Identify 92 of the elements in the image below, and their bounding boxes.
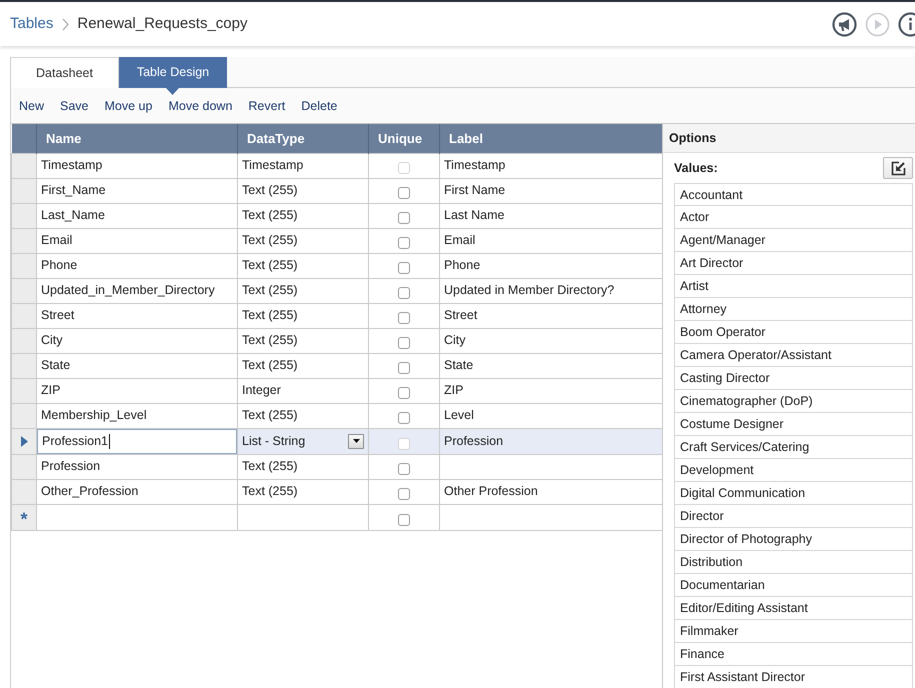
value-list-item[interactable]: Filmmaker [674, 620, 913, 643]
data-type-cell: Text (255) [238, 403, 368, 428]
toolbar-button[interactable]: New [11, 96, 52, 116]
value-list-item[interactable]: Agent/Manager [674, 229, 913, 252]
value-list-item[interactable]: Accountant [674, 183, 913, 206]
value-list-item[interactable]: First Assistant Director [674, 666, 913, 688]
unique-checkbox[interactable] [398, 262, 410, 274]
value-list-item[interactable]: Artist [674, 275, 913, 298]
field-name-cell: Profession [36, 454, 238, 479]
value-list-item[interactable]: Boom Operator [674, 321, 913, 344]
unique-checkbox[interactable] [398, 387, 410, 400]
data-type-cell: Integer [238, 378, 368, 403]
field-name-cell: Updated_in_Member_Directory [36, 278, 238, 303]
values-label: Values: [674, 160, 718, 177]
data-type-cell: Text (255) [238, 303, 368, 328]
value-list-item[interactable]: Art Director [674, 252, 913, 275]
new-row-selector[interactable]: * [12, 504, 36, 531]
column-header: Label [440, 124, 662, 153]
current-row-icon [20, 436, 28, 447]
field-name-cell: Last_Name [36, 203, 238, 228]
value-list-item[interactable]: Documentarian [674, 574, 913, 597]
edit-values-button[interactable] [883, 157, 913, 179]
value-list-item[interactable]: Craft Services/Catering [674, 436, 913, 459]
field-name-cell: ZIP [36, 378, 238, 403]
unique-checkbox[interactable] [398, 337, 410, 350]
field-name-cell: Email [36, 228, 238, 253]
unique-checkbox[interactable] [398, 514, 410, 526]
field-name-cell: State [36, 353, 238, 378]
table-title: Renewal_Requests_copy [77, 14, 248, 34]
value-list-item[interactable]: Costume Designer [674, 413, 913, 436]
value-list-item[interactable]: Editor/Editing Assistant [674, 597, 913, 620]
unique-checkbox[interactable] [398, 412, 410, 424]
field-name-cell: First_Name [36, 178, 238, 203]
value-list-item[interactable]: Finance [674, 643, 913, 666]
value-list-item[interactable]: Director [674, 505, 913, 528]
value-list-item[interactable]: Development [674, 459, 913, 482]
tab[interactable]: Datasheet [11, 57, 119, 88]
data-type-cell: Text (255) [238, 278, 368, 303]
value-list-item[interactable]: Director of Photography [674, 528, 913, 551]
row-selector[interactable] [12, 428, 36, 454]
data-type-cell: Text (255) [238, 479, 368, 504]
value-list-item[interactable]: Actor [674, 206, 913, 229]
field-name-cell: Membership_Level [36, 403, 238, 428]
toolbar-button[interactable]: Revert [240, 96, 294, 116]
field-name-cell: Street [36, 303, 238, 328]
field-name-cell: Timestamp [36, 153, 238, 178]
column-header: Unique [368, 124, 440, 153]
column-header: Name [36, 124, 238, 153]
field-name-cell: City [36, 328, 238, 353]
unique-checkbox[interactable] [398, 312, 410, 324]
value-list-item[interactable]: Camera Operator/Assistant [674, 344, 913, 367]
data-type-cell: Text (255) [238, 228, 368, 253]
column-header: DataType [238, 124, 368, 153]
data-type-cell: Text (255) [238, 328, 368, 353]
chevron-right-icon [62, 18, 70, 30]
unique-checkbox[interactable] [398, 212, 410, 224]
field-name-cell: Other_Profession [36, 479, 238, 504]
unique-checkbox[interactable] [398, 287, 410, 300]
unique-checkbox[interactable] [398, 463, 410, 476]
toolbar-button[interactable]: Save [52, 96, 97, 116]
box-arrow-icon [890, 160, 906, 176]
data-type-select[interactable]: List - String [238, 428, 368, 454]
megaphone-icon[interactable] [832, 12, 857, 36]
caret-icon [352, 439, 360, 443]
value-list-item[interactable]: Attorney [674, 298, 913, 321]
data-type-cell: Text (255) [238, 454, 368, 479]
text-cursor-icon [109, 434, 110, 448]
field-name-cell: Phone [36, 253, 238, 278]
toolbar-button[interactable]: Delete [293, 96, 346, 116]
breadcrumb-link[interactable]: Tables [10, 12, 54, 36]
unique-checkbox[interactable] [398, 362, 410, 374]
dropdown-button[interactable] [348, 434, 364, 448]
unique-checkbox[interactable] [398, 187, 410, 200]
data-type-cell: Text (255) [238, 203, 368, 228]
unique-checkbox[interactable] [398, 488, 410, 500]
value-list-item[interactable]: Casting Director [674, 367, 913, 390]
tab[interactable]: Table Design [119, 57, 227, 88]
name-input-field[interactable]: Profession1 [37, 428, 237, 454]
panel-title: Options [663, 124, 915, 153]
tab-pointer-icon [166, 88, 179, 95]
toolbar-button[interactable]: Move down [160, 96, 240, 116]
data-type-cell: Text (255) [238, 178, 368, 203]
data-type-cell: Text (255) [238, 253, 368, 278]
data-type-cell: Text (255) [238, 353, 368, 378]
label-cell: Timestamp [440, 153, 662, 178]
label-cell: Profession [440, 428, 662, 454]
value-list-item[interactable]: Cinematographer (DoP) [674, 390, 913, 413]
value-list-item[interactable]: Distribution [674, 551, 913, 574]
value-list-item[interactable]: Digital Communication [674, 482, 913, 505]
unique-checkbox[interactable] [398, 237, 410, 250]
data-type-cell: Timestamp [238, 153, 368, 178]
toolbar-button[interactable]: Move up [96, 96, 160, 116]
